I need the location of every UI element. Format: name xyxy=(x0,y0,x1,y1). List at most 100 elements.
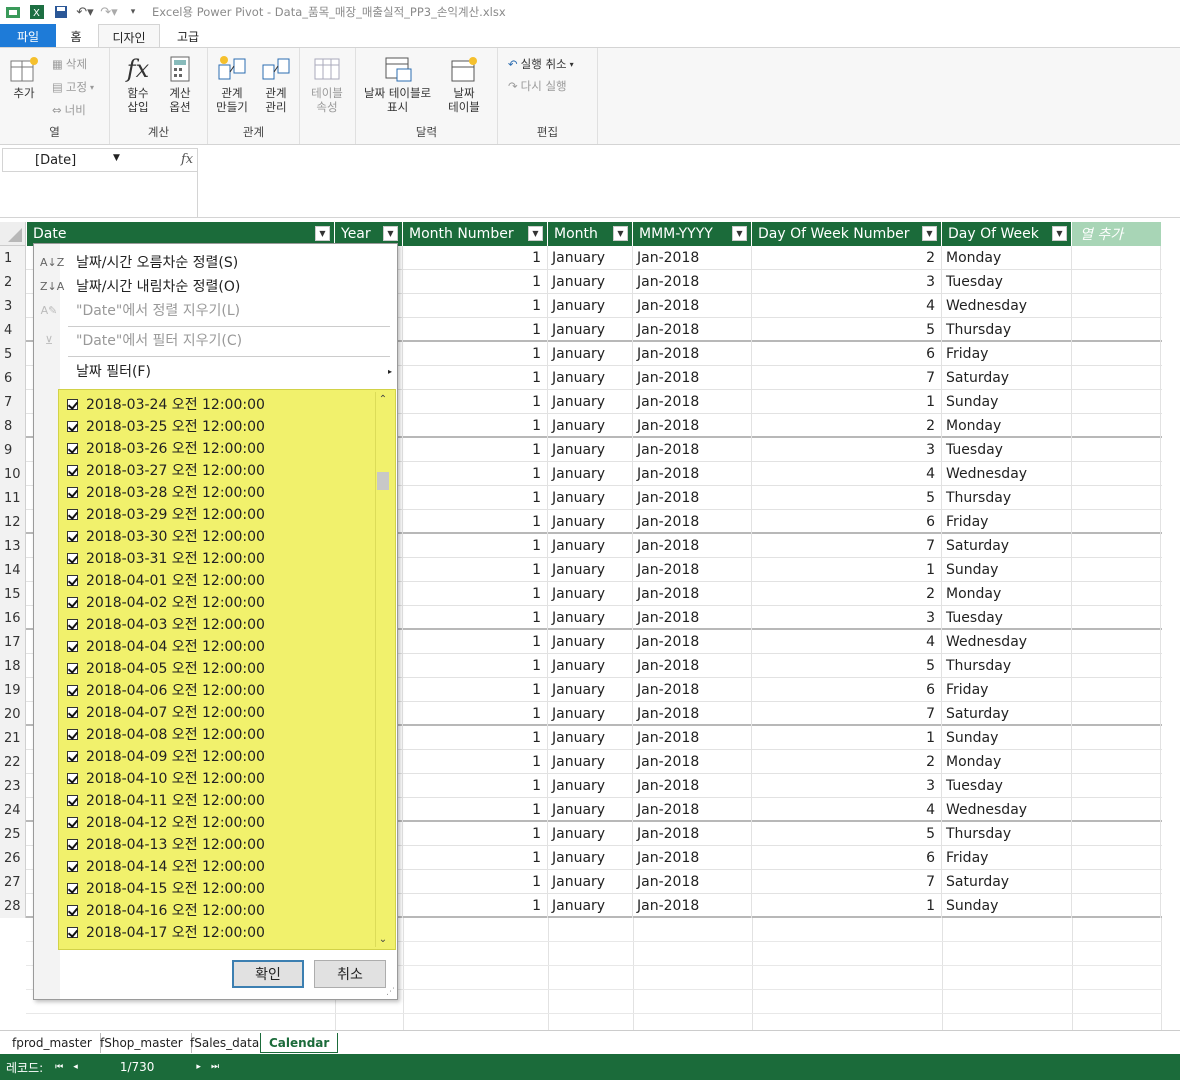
cell-m[interactable]: January xyxy=(548,774,633,798)
filter-dropdown-icon[interactable]: ▼ xyxy=(528,226,543,241)
filter-checkbox-item[interactable]: 2018-03-28 오전 12:00:00 xyxy=(67,481,265,503)
cell-m[interactable]: January xyxy=(548,630,633,654)
cell-m[interactable]: January xyxy=(548,462,633,486)
cell-my[interactable]: Jan-2018 xyxy=(633,894,752,918)
cell-d[interactable]: Thursday xyxy=(942,654,1072,678)
cell-dn[interactable]: 7 xyxy=(752,870,942,894)
column-header-dow[interactable]: Day Of Week ▼ xyxy=(942,222,1072,246)
checkbox-checked-icon[interactable] xyxy=(67,772,78,784)
resize-grip-icon[interactable]: ⋰ xyxy=(386,987,395,997)
cell-my[interactable]: Jan-2018 xyxy=(633,654,752,678)
checkbox-checked-icon[interactable] xyxy=(67,750,78,762)
cell-mn[interactable]: 1 xyxy=(403,438,548,462)
cell-mn[interactable]: 1 xyxy=(403,366,548,390)
checkbox-checked-icon[interactable] xyxy=(67,838,78,850)
cell-d[interactable]: Thursday xyxy=(942,318,1072,342)
table-properties-button[interactable]: 테이블 속성 xyxy=(311,54,343,114)
cell-d[interactable]: Wednesday xyxy=(942,462,1072,486)
column-header-month[interactable]: Month ▼ xyxy=(548,222,633,246)
cell-dn[interactable]: 3 xyxy=(752,438,942,462)
cell-my[interactable]: Jan-2018 xyxy=(633,318,752,342)
cell-d[interactable]: Monday xyxy=(942,414,1072,438)
name-box[interactable]: [Date] ▼ fx xyxy=(2,148,198,172)
checkbox-checked-icon[interactable] xyxy=(67,398,78,410)
cell-mn[interactable]: 1 xyxy=(403,342,548,366)
cell-d[interactable]: Tuesday xyxy=(942,270,1072,294)
row-number[interactable]: 9 xyxy=(0,438,26,462)
cell-my[interactable]: Jan-2018 xyxy=(633,342,752,366)
row-number[interactable]: 24 xyxy=(0,798,26,822)
cell-m[interactable]: January xyxy=(548,438,633,462)
cell-blank[interactable] xyxy=(1072,822,1161,846)
row-number[interactable]: 12 xyxy=(0,510,26,534)
cell-mn[interactable]: 1 xyxy=(403,894,548,918)
filter-dropdown-icon[interactable]: ▼ xyxy=(1052,226,1067,241)
sort-ascending-item[interactable]: 날짜/시간 오름차순 정렬(S) xyxy=(76,252,238,272)
cell-m[interactable]: January xyxy=(548,414,633,438)
cell-blank[interactable] xyxy=(1072,894,1161,918)
cell-m[interactable]: January xyxy=(548,342,633,366)
cell-mn[interactable]: 1 xyxy=(403,846,548,870)
cell-d[interactable]: Friday xyxy=(942,678,1072,702)
filter-dropdown-icon[interactable]: ▼ xyxy=(315,226,330,241)
cell-blank[interactable] xyxy=(1072,606,1161,630)
last-record-icon[interactable]: ⏭ xyxy=(211,1062,219,1072)
cell-blank[interactable] xyxy=(1072,558,1161,582)
cell-d[interactable]: Wednesday xyxy=(942,294,1072,318)
filter-checkbox-item[interactable]: 2018-04-14 오전 12:00:00 xyxy=(67,855,265,877)
cell-blank[interactable] xyxy=(1072,438,1161,462)
cell-dn[interactable]: 4 xyxy=(752,294,942,318)
cell-my[interactable]: Jan-2018 xyxy=(633,702,752,726)
first-record-icon[interactable]: ⏮ xyxy=(55,1062,63,1072)
checkbox-checked-icon[interactable] xyxy=(67,508,78,520)
filter-checkbox-item[interactable]: 2018-04-12 오전 12:00:00 xyxy=(67,811,265,833)
cell-mn[interactable]: 1 xyxy=(403,726,548,750)
cell-my[interactable]: Jan-2018 xyxy=(633,726,752,750)
filter-checkbox-item[interactable]: 2018-04-09 오전 12:00:00 xyxy=(67,745,265,767)
checkbox-checked-icon[interactable] xyxy=(67,596,78,608)
insert-function-button[interactable]: fx 함수 삽입 xyxy=(122,54,154,114)
cell-m[interactable]: January xyxy=(548,726,633,750)
row-number[interactable]: 26 xyxy=(0,846,26,870)
cell-dn[interactable]: 2 xyxy=(752,582,942,606)
cell-dn[interactable]: 6 xyxy=(752,678,942,702)
tab-design[interactable]: 디자인 xyxy=(98,24,160,49)
filter-checkbox-item[interactable]: 2018-03-29 오전 12:00:00 xyxy=(67,503,265,525)
cell-my[interactable]: Jan-2018 xyxy=(633,846,752,870)
cell-d[interactable]: Sunday xyxy=(942,726,1072,750)
row-number[interactable]: 22 xyxy=(0,750,26,774)
filter-checkbox-item[interactable]: 2018-04-03 오전 12:00:00 xyxy=(67,613,265,635)
cell-dn[interactable]: 2 xyxy=(752,246,942,270)
filter-checkbox-item[interactable]: 2018-04-07 오전 12:00:00 xyxy=(67,701,265,723)
add-column-header[interactable]: 열 추가 xyxy=(1072,222,1161,246)
cell-m[interactable]: January xyxy=(548,678,633,702)
filter-checkbox-item[interactable]: 2018-03-31 오전 12:00:00 xyxy=(67,547,265,569)
freeze-column-button[interactable]: ▤ 고정 ▾ xyxy=(52,79,94,95)
cell-blank[interactable] xyxy=(1072,510,1161,534)
cell-mn[interactable]: 1 xyxy=(403,462,548,486)
checkbox-checked-icon[interactable] xyxy=(67,574,78,586)
cell-my[interactable]: Jan-2018 xyxy=(633,558,752,582)
fx-icon[interactable]: fx xyxy=(181,152,193,167)
cell-blank[interactable] xyxy=(1072,798,1161,822)
prev-record-icon[interactable]: ◂ xyxy=(73,1062,78,1072)
filter-checkbox-item[interactable]: 2018-04-06 오전 12:00:00 xyxy=(67,679,265,701)
cell-my[interactable]: Jan-2018 xyxy=(633,270,752,294)
delete-column-button[interactable]: ▦ 삭제 xyxy=(52,56,87,72)
checkbox-checked-icon[interactable] xyxy=(67,442,78,454)
cell-dn[interactable]: 3 xyxy=(752,606,942,630)
cell-d[interactable]: Friday xyxy=(942,846,1072,870)
cell-blank[interactable] xyxy=(1072,246,1161,270)
row-number[interactable]: 19 xyxy=(0,678,26,702)
checkbox-checked-icon[interactable] xyxy=(67,860,78,872)
cell-dn[interactable]: 1 xyxy=(752,558,942,582)
cell-dn[interactable]: 5 xyxy=(752,822,942,846)
cell-d[interactable]: Sunday xyxy=(942,558,1072,582)
cell-blank[interactable] xyxy=(1072,750,1161,774)
scrollbar[interactable]: ⌃ ⌄ xyxy=(375,392,389,947)
cancel-button[interactable]: 취소 xyxy=(314,960,386,988)
sheet-tab[interactable]: fSales_data xyxy=(182,1033,269,1053)
filter-checkbox-item[interactable]: 2018-04-01 오전 12:00:00 xyxy=(67,569,265,591)
cell-d[interactable]: Friday xyxy=(942,510,1072,534)
checkbox-checked-icon[interactable] xyxy=(67,618,78,630)
